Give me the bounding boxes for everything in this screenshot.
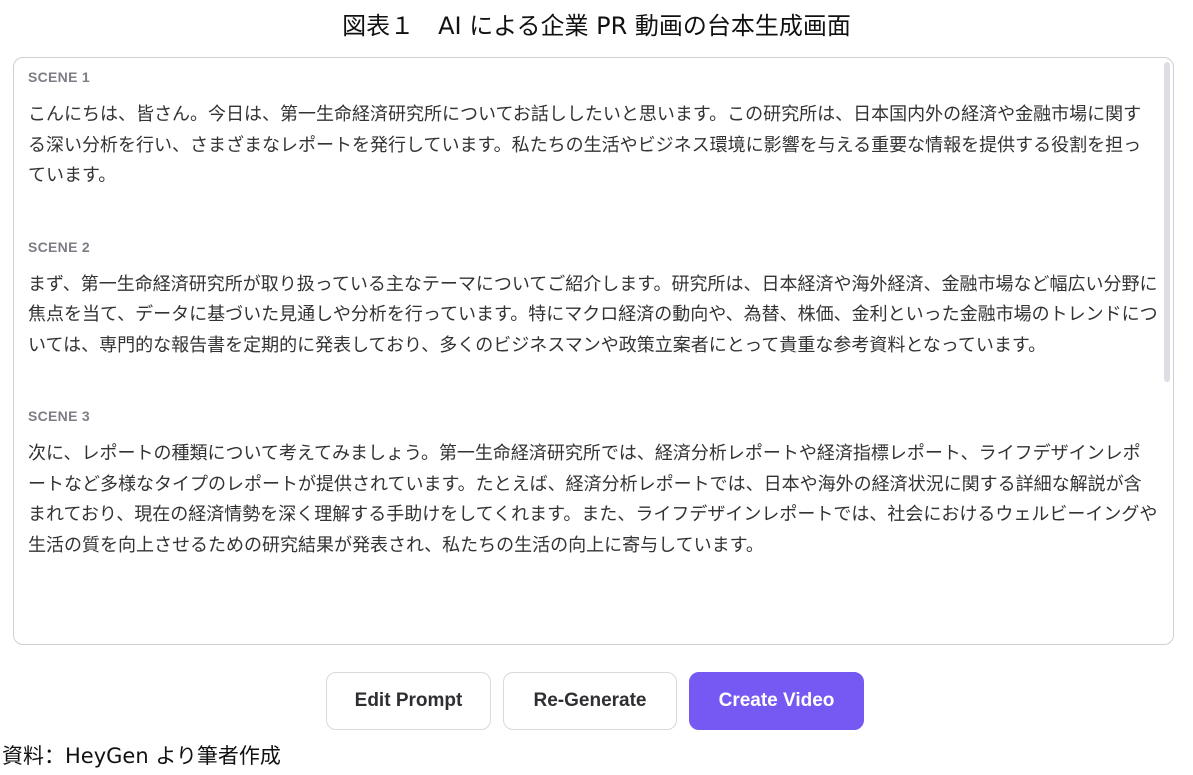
source-note: 資料：HeyGen より筆者作成 (2, 744, 281, 768)
scene-block: SCENE 3 次に、レポートの種類について考えてみましょう。第一生命経済研究所… (28, 405, 1158, 561)
scrollbar-thumb[interactable] (1164, 62, 1170, 382)
create-video-button[interactable]: Create Video (689, 672, 864, 730)
scene-label: SCENE 3 (28, 408, 91, 424)
scene-list: SCENE 1 こんにちは、皆さん。今日は、第一生命経済研究所についてお話しした… (28, 66, 1158, 561)
figure-title: 図表１ AI による企業 PR 動画の台本生成画面 (342, 12, 851, 40)
scene-block: SCENE 2 まず、第一生命経済研究所が取り扱っている主なテーマについてご紹介… (28, 236, 1158, 362)
edit-prompt-button[interactable]: Edit Prompt (326, 672, 491, 730)
scene-block: SCENE 1 こんにちは、皆さん。今日は、第一生命経済研究所についてお話しした… (28, 66, 1158, 192)
scene-text[interactable]: まず、第一生命経済研究所が取り扱っている主なテーマについてご紹介します。研究所は… (28, 270, 1158, 362)
scene-label: SCENE 1 (28, 69, 91, 85)
regenerate-button[interactable]: Re-Generate (503, 672, 677, 730)
scene-text[interactable]: こんにちは、皆さん。今日は、第一生命経済研究所についてお話ししたいと思います。こ… (28, 100, 1158, 192)
scrollbar[interactable] (1164, 62, 1170, 638)
scene-text[interactable]: 次に、レポートの種類について考えてみましょう。第一生命経済研究所では、経済分析レ… (28, 439, 1158, 561)
script-panel[interactable]: SCENE 1 こんにちは、皆さん。今日は、第一生命経済研究所についてお話しした… (13, 57, 1174, 645)
action-button-row: Edit Prompt Re-Generate Create Video (0, 672, 1193, 730)
scene-label: SCENE 2 (28, 238, 91, 255)
